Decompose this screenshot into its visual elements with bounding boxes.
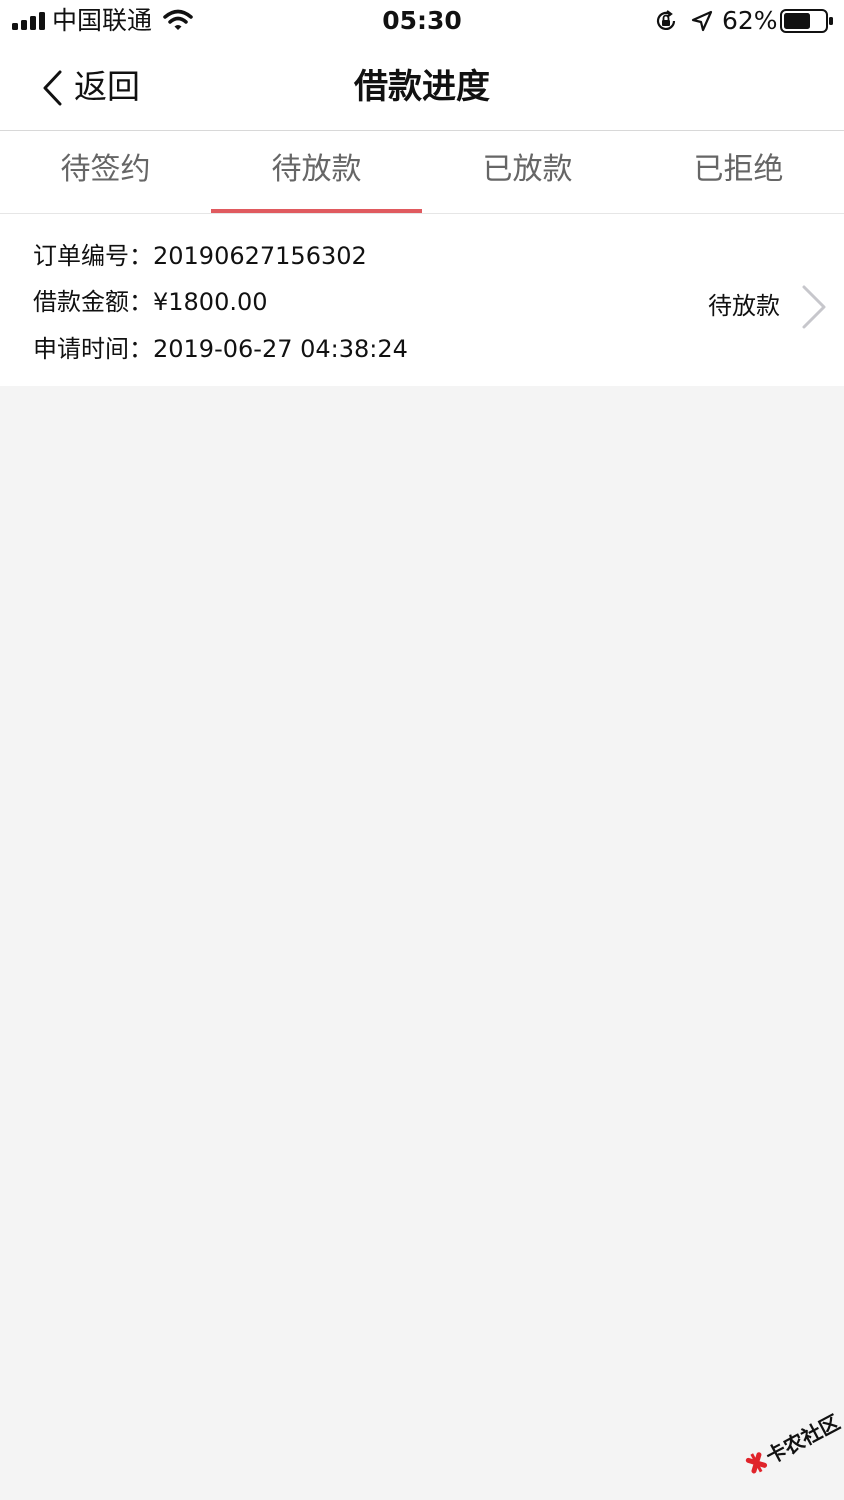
battery-icon (780, 9, 833, 33)
tab-rejected[interactable]: 已拒绝 (633, 131, 844, 213)
battery-percentage: 62% (722, 6, 778, 35)
loan-amount-value: ¥1800.00 (153, 288, 268, 316)
tab-pending-disbursement[interactable]: 待放款 (211, 131, 422, 213)
apply-time-value: 2019-06-27 04:38:24 (153, 335, 408, 363)
navigation-bar: 返回 借款进度 (0, 44, 844, 131)
tab-disbursed[interactable]: 已放款 (422, 131, 633, 213)
tab-pending-signing[interactable]: 待签约 (0, 131, 211, 213)
status-clock: 05:30 (382, 6, 462, 35)
watermark-logo: 卡农社区 (745, 1410, 842, 1474)
loan-amount-label: 借款金额： (33, 288, 153, 316)
apply-time-row: 申请时间：2019-06-27 04:38:24 (33, 333, 408, 365)
order-status: 待放款 (708, 292, 780, 320)
location-arrow-icon (691, 10, 713, 32)
tab-label: 已拒绝 (693, 152, 784, 187)
order-number-row: 订单编号：20190627156302 (33, 240, 367, 272)
active-tab-indicator (211, 209, 422, 213)
watermark-text: 卡农社区 (762, 1410, 842, 1469)
page-title: 借款进度 (354, 67, 490, 107)
order-number-value: 20190627156302 (153, 242, 367, 270)
loan-amount-row: 借款金额：¥1800.00 (33, 286, 268, 318)
apply-time-label: 申请时间： (33, 335, 153, 363)
tab-label: 待签约 (60, 152, 151, 187)
chevron-right-icon (802, 285, 826, 329)
orientation-lock-icon (656, 10, 676, 30)
tab-bar: 待签约 待放款 已放款 已拒绝 (0, 131, 844, 214)
order-card[interactable]: 订单编号：20190627156302 借款金额：¥1800.00 申请时间：2… (0, 214, 844, 386)
tab-label: 待放款 (271, 152, 362, 187)
tab-label: 已放款 (482, 152, 573, 187)
order-number-label: 订单编号： (33, 242, 153, 270)
status-bar: 中国联通 05:30 62% (0, 0, 844, 44)
